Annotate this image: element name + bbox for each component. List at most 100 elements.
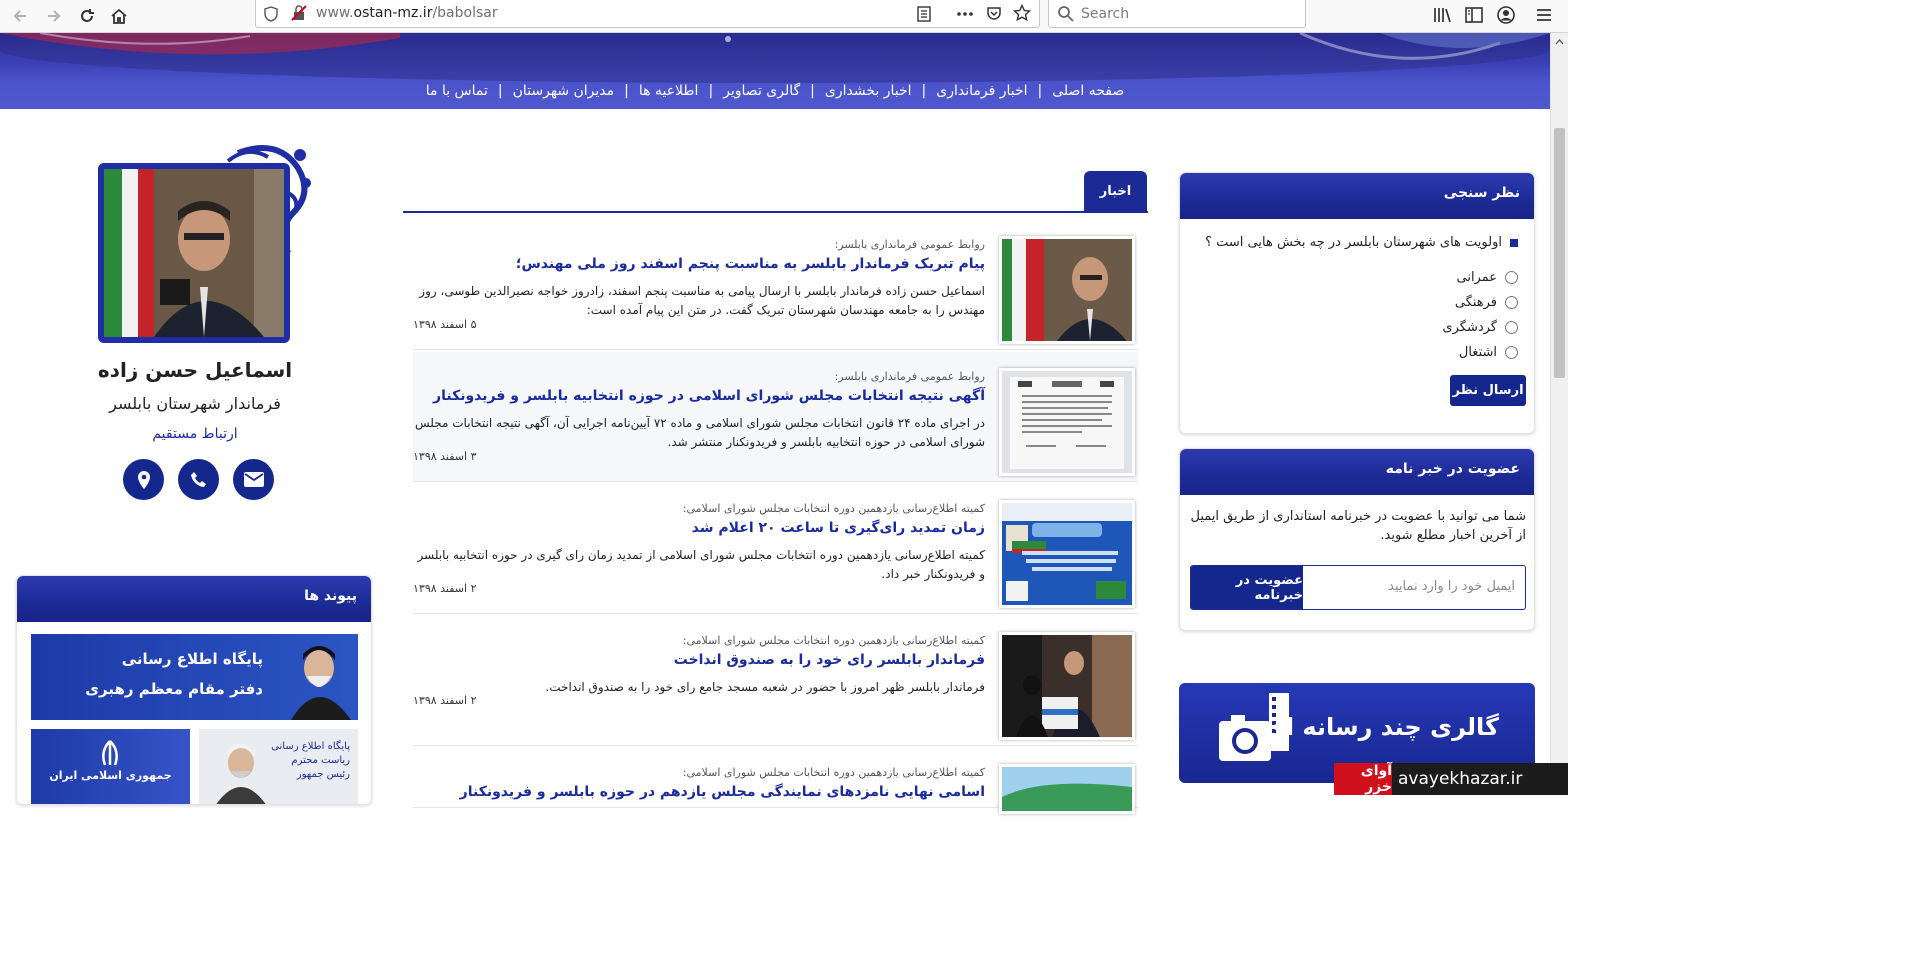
news-thumbnail[interactable] bbox=[999, 368, 1135, 476]
news-title-link[interactable]: زمان تمدید رای‌گیری تا ساعت ۲۰ اعلام شد bbox=[692, 520, 985, 536]
phone-button[interactable] bbox=[178, 459, 219, 500]
news-title-link[interactable]: فرماندار بابلسر رای خود را به صندوق اندا… bbox=[674, 652, 985, 668]
email-button[interactable] bbox=[233, 459, 274, 500]
news-description: فرماندار بابلسر ظهر امروز با حضور در شعب… bbox=[545, 680, 985, 694]
poll-option-2[interactable]: فرهنگی bbox=[1455, 295, 1518, 310]
subscribe-button[interactable]: عضویت در خبرنامه bbox=[1191, 566, 1303, 609]
search-bar[interactable]: Search bbox=[1048, 0, 1306, 28]
site-header: صفحه اصلی | اخبار فرمانداری | اخبار بخشد… bbox=[0, 33, 1550, 109]
reload-button[interactable] bbox=[73, 2, 101, 30]
back-arrow-icon bbox=[13, 10, 26, 22]
news-description: در اجرای ماده ۲۴ قانون انتخابات مجلس شور… bbox=[415, 416, 985, 449]
links-panel: پیوند ها پایگاه اطلاع رسانی دفتر مقام مع… bbox=[16, 575, 372, 805]
president-website-banner[interactable]: پایگاه اطلاع رسانی ریاست محترم رئیس جمهو… bbox=[199, 729, 358, 804]
location-button[interactable] bbox=[123, 459, 164, 500]
news-thumbnail[interactable] bbox=[999, 236, 1135, 344]
forward-arrow-icon bbox=[48, 10, 61, 22]
direct-contact-link[interactable]: ارتباط مستقیم bbox=[40, 426, 350, 442]
scroll-up-icon[interactable] bbox=[1555, 38, 1564, 45]
president-banner-line3: رئیس جمهور bbox=[296, 769, 350, 780]
newsletter-panel: عضویت در خبر نامه شما می توانید با عضویت… bbox=[1179, 448, 1535, 631]
bullet-square-icon bbox=[1510, 238, 1518, 247]
news-date: ۲ اسفند ۱۳۹۸ bbox=[413, 694, 477, 707]
news-date: ۵ اسفند ۱۳۹۸ bbox=[413, 318, 477, 331]
tab-news[interactable]: اخبار bbox=[1084, 171, 1147, 211]
watermark-logo: آوای خزر bbox=[1334, 763, 1392, 795]
forward-button[interactable] bbox=[40, 2, 68, 30]
news-date: ۲ اسفند ۱۳۹۸ bbox=[413, 582, 477, 595]
back-button[interactable] bbox=[6, 2, 34, 30]
leader-portrait bbox=[291, 646, 351, 720]
news-title-link[interactable]: آگهی نتیجه انتخابات مجلس شورای اسلامی در… bbox=[433, 388, 985, 404]
nav-item-governorate-news[interactable]: اخبار فرمانداری bbox=[926, 83, 1037, 99]
page-scrollbar[interactable] bbox=[1550, 33, 1568, 795]
url-prefix: www. bbox=[316, 5, 354, 21]
news-item[interactable]: کمیته اطلاع‌رسانی یازدهمین دوره انتخابات… bbox=[413, 616, 1138, 746]
home-button[interactable] bbox=[105, 2, 133, 30]
iran-emblem-icon bbox=[102, 740, 118, 766]
news-thumbnail[interactable] bbox=[999, 764, 1135, 814]
news-item[interactable]: کمیته اطلاع‌رسانی یازدهمین دوره انتخابات… bbox=[413, 748, 1138, 814]
main-nav: صفحه اصلی | اخبار فرمانداری | اخبار بخشد… bbox=[0, 73, 1550, 109]
pocket-icon[interactable] bbox=[986, 5, 1002, 21]
nav-item-district-news[interactable]: اخبار بخشداری bbox=[815, 83, 922, 99]
radio-button[interactable] bbox=[1505, 346, 1518, 359]
news-item[interactable]: روابط عمومی فرمانداری بابلسر: پیام تبریک… bbox=[413, 220, 1138, 350]
news-source: کمیته اطلاع‌رسانی یازدهمین دوره انتخابات… bbox=[682, 502, 985, 515]
scroll-thumb[interactable] bbox=[1554, 128, 1565, 378]
url-text[interactable]: www.ostan-mz.ir/babolsar bbox=[316, 5, 498, 21]
nav-separator: | bbox=[624, 83, 629, 99]
poll-option-label: فرهنگی bbox=[1454, 295, 1497, 310]
news-item[interactable]: روابط عمومی فرمانداری بابلسر: آگهی نتیجه… bbox=[413, 352, 1138, 482]
library-icon[interactable] bbox=[1432, 5, 1452, 25]
poll-question-text: اولویت های شهرستان بابلسر در چه بخش هایی… bbox=[1205, 235, 1502, 250]
governor-photo bbox=[98, 163, 290, 343]
envelope-icon bbox=[243, 472, 264, 487]
nav-separator: | bbox=[708, 83, 714, 99]
leader-website-banner[interactable]: پایگاه اطلاع رسانی دفتر مقام معظم رهبری bbox=[31, 634, 358, 720]
news-title-link[interactable]: اسامی نهایی نامزدهای نمایندگی مجلس یازده… bbox=[460, 784, 985, 800]
reload-icon bbox=[81, 9, 94, 22]
shield-icon[interactable] bbox=[264, 6, 278, 22]
president-portrait bbox=[216, 744, 266, 804]
news-item[interactable]: کمیته اطلاع‌رسانی یازدهمین دوره انتخابات… bbox=[413, 484, 1138, 614]
phone-icon bbox=[190, 471, 206, 487]
menu-icon[interactable] bbox=[1534, 5, 1554, 25]
account-icon[interactable] bbox=[1496, 5, 1516, 25]
url-domain: ostan-mz.ir bbox=[353, 5, 433, 21]
map-pin-icon bbox=[137, 470, 150, 489]
nav-item-contact[interactable]: تماس با ما bbox=[416, 83, 498, 99]
nav-item-gallery[interactable]: گالری تصاویر bbox=[713, 83, 810, 99]
radio-button[interactable] bbox=[1505, 271, 1518, 284]
address-bar[interactable]: www.ostan-mz.ir/babolsar bbox=[255, 0, 1040, 28]
news-thumbnail[interactable] bbox=[999, 632, 1135, 740]
submit-poll-button[interactable]: ارسال نظر bbox=[1450, 375, 1526, 406]
email-input[interactable]: ایمیل خود را وارد نمایید bbox=[1388, 579, 1515, 594]
iran-republic-banner[interactable]: جمهوری اسلامی ایران bbox=[31, 729, 190, 804]
news-thumbnail[interactable] bbox=[999, 500, 1135, 608]
watermark-domain: avayekhazar.ir bbox=[1398, 769, 1523, 789]
nav-item-announcements[interactable]: اطلاعیه ها bbox=[629, 83, 709, 99]
news-photo-election-poster bbox=[1002, 503, 1132, 605]
nav-item-managers[interactable]: مدیران شهرستان bbox=[503, 83, 625, 99]
insecure-lock-icon[interactable] bbox=[291, 5, 307, 21]
news-description: اسماعیل حسن زاده فرماندار بابلسر با ارسا… bbox=[419, 284, 985, 317]
radio-button[interactable] bbox=[1505, 296, 1518, 309]
governor-role: فرماندار شهرستان بابلسر bbox=[109, 394, 281, 413]
news-date: ۳ اسفند ۱۳۹۸ bbox=[413, 450, 477, 463]
radio-button[interactable] bbox=[1505, 321, 1518, 334]
nav-item-home[interactable]: صفحه اصلی bbox=[1042, 83, 1134, 99]
leader-banner-line1: پایگاه اطلاع رسانی bbox=[121, 650, 263, 668]
nav-separator: | bbox=[921, 83, 927, 99]
poll-option-4[interactable]: اشتغال bbox=[1459, 345, 1518, 360]
poll-option-1[interactable]: عمرانی bbox=[1456, 270, 1518, 285]
poll-option-3[interactable]: گردشگری bbox=[1442, 320, 1518, 335]
bookmark-star-icon[interactable] bbox=[1013, 4, 1031, 22]
sidebar-icon[interactable] bbox=[1464, 5, 1484, 25]
reader-view-icon[interactable] bbox=[916, 6, 932, 22]
more-actions-icon[interactable] bbox=[956, 6, 974, 22]
news-title-link[interactable]: پیام تبریک فرماندار بابلسر به مناسبت پنج… bbox=[516, 256, 985, 272]
governor-name: اسماعیل حسن زاده bbox=[97, 358, 293, 382]
nav-separator: | bbox=[810, 83, 815, 99]
governor-portrait bbox=[104, 169, 284, 337]
